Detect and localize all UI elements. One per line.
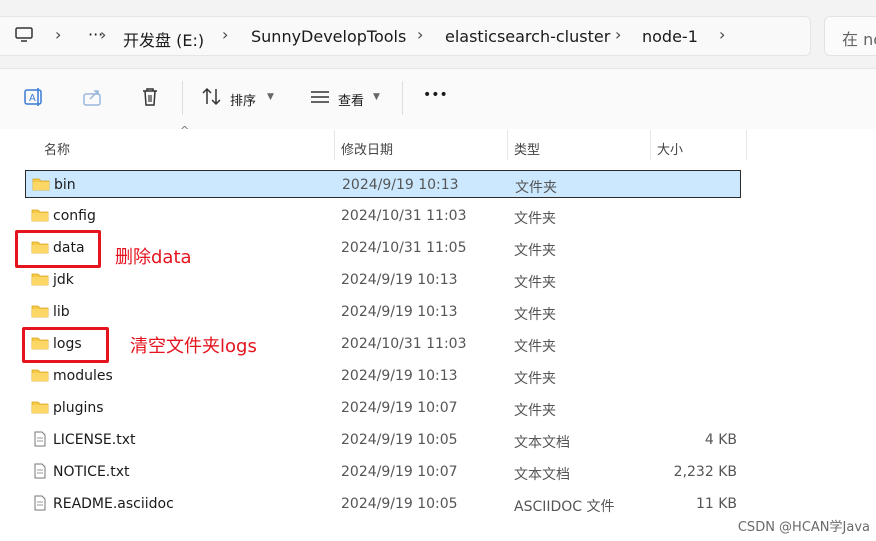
- file-modified-date: 2024/10/31 11:03: [341, 208, 467, 224]
- chevron-down-icon[interactable]: ▼: [267, 92, 274, 102]
- file-modified-date: 2024/9/19 10:13: [341, 272, 458, 288]
- share-icon[interactable]: [82, 86, 104, 108]
- folder-icon: [31, 273, 49, 286]
- annotation-delete-data: 删除data: [115, 247, 192, 268]
- delete-icon[interactable]: [139, 86, 161, 108]
- file-name: config: [53, 208, 96, 224]
- file-modified-date: 2024/10/31 11:03: [341, 336, 467, 352]
- file-modified-date: 2024/10/31 11:05: [341, 240, 467, 256]
- file-row[interactable]: plugins 2024/9/19 10:07 文件夹: [25, 394, 741, 422]
- column-header-type[interactable]: 类型: [514, 139, 540, 158]
- sort-button[interactable]: 排序: [230, 90, 256, 109]
- file-modified-date: 2024/9/19 10:05: [341, 496, 458, 512]
- more-options-button[interactable]: •••: [423, 87, 448, 103]
- file-modified-date: 2024/9/19 10:13: [342, 177, 459, 193]
- file-type: 文件夹: [514, 339, 556, 355]
- column-divider[interactable]: [746, 130, 747, 160]
- breadcrumb-folder-elasticsearch-cluster[interactable]: elasticsearch-cluster: [445, 27, 610, 46]
- file-size: 11 KB: [695, 496, 737, 512]
- file-modified-date: 2024/9/19 10:13: [341, 368, 458, 384]
- file-row[interactable]: README.asciidoc 2024/9/19 10:05 ASCIIDOC 文…: [25, 490, 741, 518]
- column-divider[interactable]: [650, 130, 651, 160]
- file-type: 文本文档: [514, 467, 570, 483]
- toolbar-divider: [182, 81, 183, 115]
- file-name: plugins: [53, 400, 104, 416]
- file-type: 文件夹: [514, 211, 556, 227]
- file-modified-date: 2024/9/19 10:05: [341, 432, 458, 448]
- column-header-size[interactable]: 大小: [657, 139, 683, 158]
- folder-icon: [31, 369, 49, 382]
- file-row[interactable]: config 2024/10/31 11:03 文件夹: [25, 202, 741, 230]
- file-type: 文件夹: [514, 275, 556, 291]
- breadcrumb-separator[interactable]: ›: [417, 25, 423, 44]
- folder-icon: [31, 209, 49, 222]
- rename-icon[interactable]: A: [23, 86, 45, 108]
- file-type: 文件夹: [514, 371, 556, 387]
- folder-icon: [31, 401, 49, 414]
- search-placeholder: 在 nc: [842, 30, 876, 49]
- file-type: 文本文档: [514, 435, 570, 451]
- file-name: bin: [54, 177, 76, 193]
- watermark: CSDN @HCAN学Java: [737, 520, 870, 535]
- sort-icon[interactable]: [201, 86, 223, 108]
- file-row[interactable]: jdk 2024/9/19 10:13 文件夹: [25, 266, 741, 294]
- file-modified-date: 2024/9/19 10:13: [341, 304, 458, 320]
- view-button[interactable]: 查看: [338, 90, 364, 109]
- command-bar: A 排序 ▼ 查看 ▼ •••: [0, 69, 876, 129]
- chevron-down-icon[interactable]: ▼: [373, 92, 380, 102]
- document-file-icon: [34, 495, 46, 511]
- column-divider[interactable]: [507, 130, 508, 160]
- svg-text:A: A: [29, 93, 36, 104]
- file-name: LICENSE.txt: [53, 432, 136, 448]
- file-modified-date: 2024/9/19 10:07: [341, 400, 458, 416]
- breadcrumb-folder-node-1[interactable]: node-1: [642, 27, 698, 46]
- file-name: NOTICE.txt: [53, 464, 130, 480]
- file-row[interactable]: bin 2024/9/19 10:13 文件夹: [25, 170, 741, 198]
- file-type: 文件夹: [514, 243, 556, 259]
- breadcrumb-separator[interactable]: ›: [719, 25, 725, 44]
- annotation-clear-logs: 清空文件夹logs: [130, 336, 257, 357]
- breadcrumb-separator[interactable]: ›: [615, 25, 621, 44]
- breadcrumb-separator[interactable]: ›: [222, 25, 228, 44]
- file-name: jdk: [53, 272, 74, 288]
- folder-icon: [31, 305, 49, 318]
- address-bar: › ··· › 开发盘 (E:) › SunnyDevelopTools › e…: [0, 0, 876, 69]
- breadcrumb-folder-sunnydeveloptools[interactable]: SunnyDevelopTools: [251, 27, 406, 46]
- file-name: modules: [53, 368, 113, 384]
- folder-icon: [32, 178, 50, 191]
- column-divider[interactable]: [334, 130, 335, 160]
- breadcrumb-drive[interactable]: 开发盘 (E:): [123, 27, 204, 51]
- computer-icon[interactable]: [15, 27, 33, 43]
- file-name: lib: [53, 304, 70, 320]
- file-modified-date: 2024/9/19 10:07: [341, 464, 458, 480]
- file-row[interactable]: modules 2024/9/19 10:13 文件夹: [25, 362, 741, 390]
- text-file-icon: [34, 431, 46, 447]
- sort-ascending-icon: ^: [180, 124, 190, 137]
- file-name: README.asciidoc: [53, 496, 174, 512]
- file-row[interactable]: lib 2024/9/19 10:13 文件夹: [25, 298, 741, 326]
- column-header-row: ^ 名称 修改日期 类型 大小: [0, 124, 876, 160]
- search-input[interactable]: 在 nc: [824, 16, 876, 56]
- file-type: 文件夹: [514, 403, 556, 419]
- column-header-date[interactable]: 修改日期: [341, 139, 393, 158]
- view-icon[interactable]: [309, 86, 331, 108]
- toolbar-divider: [402, 81, 403, 115]
- text-file-icon: [34, 463, 46, 479]
- file-size: 4 KB: [704, 432, 737, 448]
- file-row[interactable]: NOTICE.txt 2024/9/19 10:07 文本文档 2,232 KB: [25, 458, 741, 486]
- file-type: 文件夹: [514, 307, 556, 323]
- file-row[interactable]: LICENSE.txt 2024/9/19 10:05 文本文档 4 KB: [25, 426, 741, 454]
- breadcrumb-separator[interactable]: ›: [55, 25, 61, 44]
- file-type: 文件夹: [515, 180, 557, 196]
- breadcrumb-separator[interactable]: ›: [100, 25, 106, 44]
- annotation-box-data: [15, 230, 101, 268]
- column-header-name[interactable]: 名称: [44, 139, 70, 158]
- file-size: 2,232 KB: [673, 464, 737, 480]
- annotation-box-logs: [22, 327, 109, 363]
- file-type: ASCIIDOC 文件: [514, 499, 615, 515]
